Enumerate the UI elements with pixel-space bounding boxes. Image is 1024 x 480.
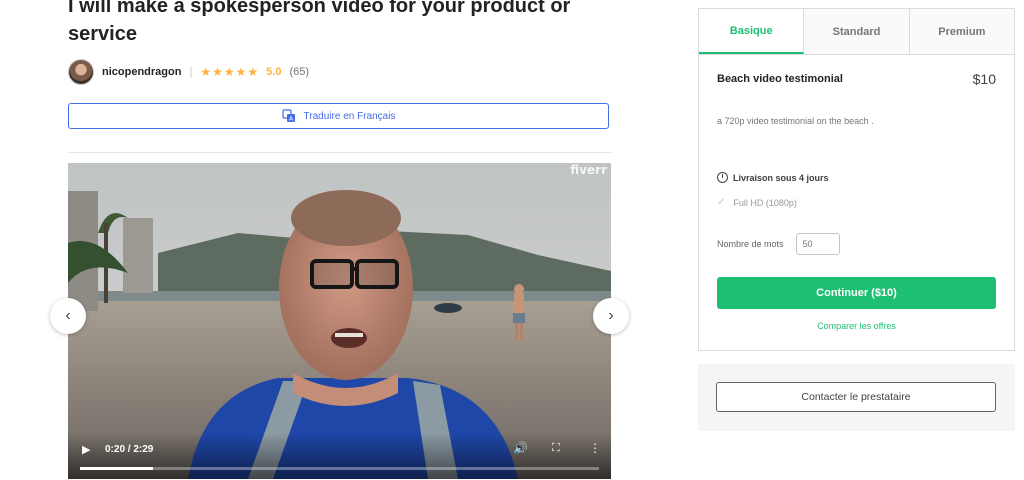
translate-label: Traduire en Français [303,110,396,122]
tab-standard[interactable]: Standard [804,9,910,54]
chevron-left-icon: ‹ [65,307,71,324]
review-count[interactable]: (65) [289,66,309,78]
gallery: fiverr ▶ 0:20 / 2:29 🔊 ⛶ ⋮ [68,152,611,479]
video-time: 0:20 / 2:29 [105,444,154,455]
fullscreen-icon[interactable]: ⛶ [552,442,560,455]
seller-avatar[interactable] [68,59,94,85]
fiverr-watermark: fiverr [570,163,607,177]
word-count-label: Nombre de mots [717,239,784,249]
star-icon: ★ [235,65,247,79]
tab-premium[interactable]: Premium [909,9,1014,54]
package-description: a 720p video testimonial on the beach . [717,116,874,126]
play-icon[interactable]: ▶ [82,443,90,456]
seller-overview: nicopendragon | ★ ★ ★ ★ ★ 5.0 (65) [68,59,309,85]
feature-label: Full HD (1080p) [733,197,797,208]
word-count-input[interactable] [795,233,840,255]
translate-icon: A [281,109,296,123]
star-icon: ★ [223,65,235,79]
package-tabs: Basique Standard Premium [699,9,1014,55]
video-progress-bar[interactable] [80,467,599,470]
video-player[interactable]: fiverr ▶ 0:20 / 2:29 🔊 ⛶ ⋮ [68,163,611,479]
video-frame-image [68,163,611,479]
translate-button[interactable]: A Traduire en Français [68,103,609,129]
tab-basique[interactable]: Basique [699,9,805,54]
delivery-time: Livraison sous 4 jours [717,172,829,183]
rating-score: 5.0 [266,66,282,78]
seller-name[interactable]: nicopendragon [102,66,181,78]
gallery-prev-button[interactable]: ‹ [50,298,86,334]
word-count-row: Nombre de mots [717,233,840,255]
clock-icon [717,172,728,183]
delivery-label: Livraison sous 4 jours [733,172,829,183]
package-name: Beach video testimonial [717,73,843,85]
feature-item: ✓ Full HD (1080p) [717,197,797,208]
rating-stars: ★ ★ ★ ★ ★ [200,65,258,79]
package-header: Beach video testimonial $10 [717,71,996,87]
package-price: $10 [972,71,996,87]
gallery-next-button[interactable]: › [593,298,629,334]
video-progress-fill [80,467,153,470]
check-icon: ✓ [717,197,726,208]
video-controls: ▶ 0:20 / 2:29 🔊 ⛶ ⋮ [68,433,611,479]
volume-icon[interactable]: 🔊 [513,441,528,455]
star-icon: ★ [200,65,212,79]
package-card: Basique Standard Premium Beach video tes… [698,8,1015,351]
more-options-icon[interactable]: ⋮ [589,441,601,455]
compare-packages-link[interactable]: Comparer les offres [699,321,1014,331]
contact-seller-button[interactable]: Contacter le prestataire [716,382,996,412]
gig-title: I will make a spokesperson video for you… [68,0,571,45]
star-icon: ★ [247,65,259,79]
contact-section: Contacter le prestataire [698,364,1015,431]
divider: | [189,66,193,78]
star-icon: ★ [212,65,223,79]
chevron-right-icon: › [608,307,614,324]
continue-button[interactable]: Continuer ($10) [717,277,996,309]
